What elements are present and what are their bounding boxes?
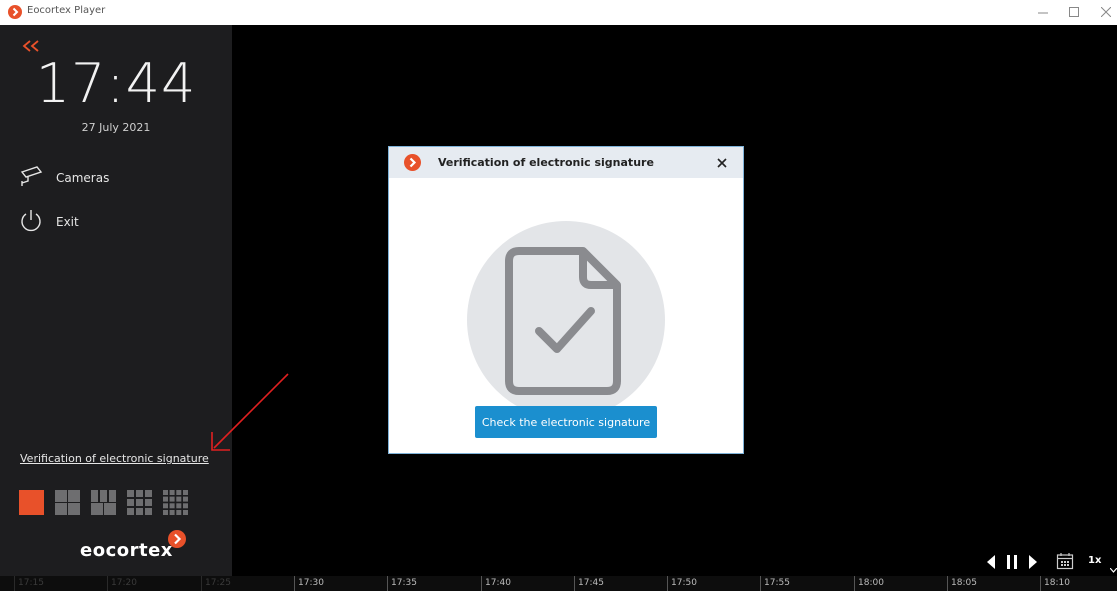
step-forward-icon[interactable] [1028, 554, 1038, 573]
timeline-tick: 17:55 [760, 576, 790, 591]
menu-item-cameras[interactable]: Cameras [18, 164, 218, 194]
layout-3x3-split-button[interactable] [91, 490, 116, 515]
verification-dialog: Verification of electronic signature Che… [388, 146, 744, 454]
timeline-tick: 17:40 [481, 576, 511, 591]
step-back-icon[interactable] [986, 554, 996, 573]
layout-4x4-button[interactable] [163, 490, 188, 515]
timeline-tick: 17:25 [201, 576, 231, 591]
menu-item-exit[interactable]: Exit [18, 208, 218, 238]
dialog-title: Verification of electronic signature [438, 156, 654, 169]
dialog-logo-icon [404, 154, 421, 171]
title-bar: Eocortex Player [0, 0, 1117, 25]
power-icon [21, 210, 41, 232]
camera-icon [20, 166, 43, 186]
timeline-tick: 17:15 [14, 576, 44, 591]
menu-item-label: Cameras [56, 171, 110, 185]
timeline-tick: 17:50 [667, 576, 697, 591]
timeline-tick: 17:45 [574, 576, 604, 591]
timeline-tick: 17:35 [387, 576, 417, 591]
brand-wordmark: eocortex [80, 540, 173, 561]
window-title: Eocortex Player [27, 5, 106, 16]
timeline-tick: 17:30 [294, 576, 324, 591]
timeline[interactable]: 17:15 17:20 17:25 17:30 17:35 17:40 17:45 17:50… [0, 576, 1117, 591]
check-signature-button[interactable]: Check the electronic signature [475, 406, 657, 438]
close-window-button[interactable] [1087, 0, 1117, 25]
layout-1x1-button[interactable] [19, 490, 44, 515]
layout-2x2-button[interactable] [55, 490, 80, 515]
timeline-tick: 18:10 [1040, 576, 1070, 591]
app-logo-icon [8, 5, 22, 19]
timeline-tick: 17:20 [107, 576, 137, 591]
annotation-arrow-icon [211, 373, 289, 451]
document-check-illustration [467, 221, 665, 419]
brand-mark-icon [168, 530, 186, 548]
timeline-tick: 18:00 [854, 576, 884, 591]
date: 27 July 2021 [81, 121, 151, 134]
timeline-tick: 18:05 [947, 576, 977, 591]
speed-dropdown-icon[interactable] [1109, 558, 1117, 577]
playback-controls: 1x [982, 551, 1117, 575]
document-check-icon [505, 247, 621, 395]
verify-signature-link[interactable]: Verification of electronic signature [20, 452, 209, 465]
dialog-close-icon[interactable] [715, 155, 729, 169]
menu-item-label: Exit [56, 215, 79, 229]
playback-speed-selector[interactable]: 1x [1088, 555, 1101, 566]
dialog-header: Verification of electronic signature [389, 147, 743, 178]
clock: 17:44 [35, 52, 197, 115]
layout-3x3-button[interactable] [127, 490, 152, 515]
sidebar: 17:44 27 July 2021 Cameras Exit Verifica… [0, 25, 232, 591]
pause-icon[interactable] [1006, 554, 1018, 573]
calendar-icon[interactable] [1056, 552, 1074, 574]
